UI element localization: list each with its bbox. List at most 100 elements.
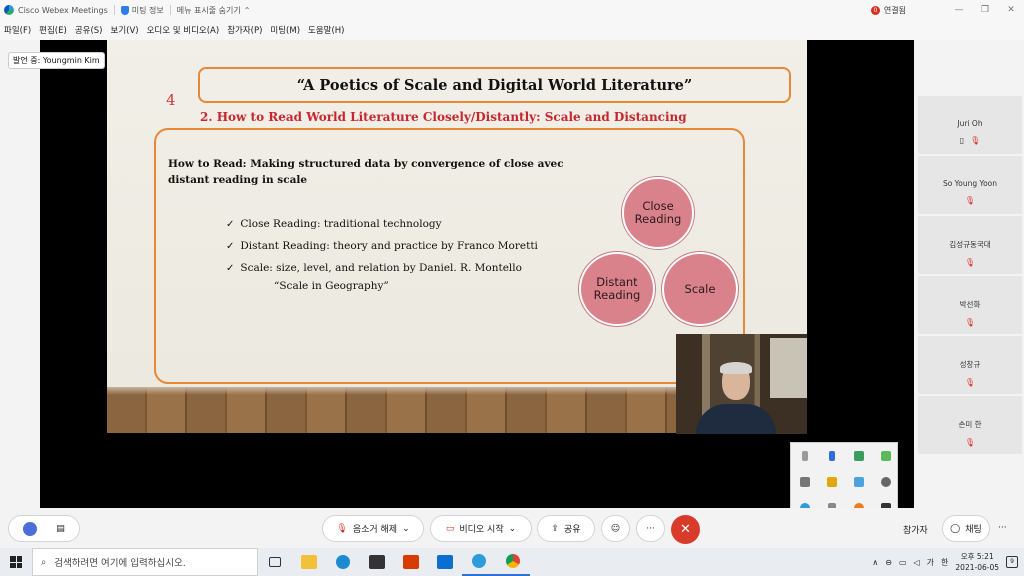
lock-icon[interactable] <box>826 477 837 487</box>
taskbar-search-box[interactable]: ⌕ 검색하려면 여기에 입력하십시오. <box>32 548 258 576</box>
menu-participants[interactable]: 참가자(P) <box>227 24 262 36</box>
share-button[interactable]: ⇪ 공유 <box>537 515 595 542</box>
meeting-info-label: 미팅 정보 <box>131 5 164 15</box>
chrome-button[interactable] <box>496 548 530 576</box>
connection-badge: 0 <box>870 5 880 15</box>
mic-muted-icon: 🎙︎ <box>964 196 976 205</box>
taskbar-clock[interactable]: 오후 5:21 2021-06-05 <box>955 551 999 573</box>
app-title: Cisco Webex Meetings <box>18 5 108 15</box>
circle-scale-label: Scale <box>684 281 716 296</box>
vpn-shield-icon[interactable] <box>853 477 864 487</box>
video-window-light <box>770 338 807 398</box>
participants-label: 참가자 <box>903 526 928 536</box>
chrome-icon <box>506 554 520 568</box>
assistant-button-group: ▤ <box>8 515 80 542</box>
webex-assistant-icon[interactable] <box>23 521 38 536</box>
participant-card[interactable]: 손미 한 🎙︎ <box>918 396 1022 454</box>
bullet-item: ✓ Scale: size, level, and relation by Dan… <box>226 257 538 279</box>
file-explorer-button[interactable] <box>292 548 326 576</box>
menu-edit[interactable]: 편집(E) <box>39 24 67 36</box>
smiley-icon: ☺ <box>610 523 621 534</box>
menu-audio-video[interactable]: 오디오 및 비디오(A) <box>147 24 220 36</box>
more-options-button[interactable]: ··· <box>636 515 665 542</box>
participant-name: 박선화 <box>959 300 981 309</box>
edge-icon <box>336 555 350 569</box>
restore-icon[interactable]: ❐ <box>972 5 998 15</box>
cloud-icon[interactable] <box>880 477 891 487</box>
meeting-control-bar: ▤ 🎙︎ 음소거 해제 ⌄ ▭ 비디오 시작 ⌄ ⇪ 공유 ☺ ··· ✕ 참가… <box>0 508 1024 548</box>
chevron-down-icon[interactable]: ⌄ <box>509 524 517 534</box>
slide-subtitle: 2. How to Read World Literature Closely/… <box>200 110 687 124</box>
bullet-text: Distant Reading: theory and practice by … <box>240 240 538 252</box>
mail-button[interactable] <box>428 548 462 576</box>
check-icon: ✓ <box>226 262 235 274</box>
chat-label: 채팅 <box>965 525 982 535</box>
chat-icon: ◯ <box>950 523 961 534</box>
edge-button[interactable] <box>326 548 360 576</box>
menu-help[interactable]: 도움말(H) <box>308 24 344 36</box>
phone-icon: ▯ <box>959 136 965 145</box>
mic-muted-icon: 🎙︎ <box>964 438 976 447</box>
usb-icon[interactable] <box>801 451 808 461</box>
mail-icon <box>437 555 453 569</box>
notification-center-icon[interactable]: 9 <box>1006 556 1018 568</box>
webex-icon <box>472 554 486 568</box>
network-drive-icon[interactable] <box>799 477 810 487</box>
participants-panel-button[interactable]: 참가자 <box>903 523 928 536</box>
close-icon[interactable]: ✕ <box>998 5 1024 15</box>
chevron-down-icon[interactable]: ⌄ <box>402 524 410 534</box>
meeting-info-button[interactable]: 미팅 정보 <box>120 5 164 16</box>
check-icon: ✓ <box>226 240 235 252</box>
office-button[interactable] <box>394 548 428 576</box>
how-to-read-text: How to Read: Making structured data by c… <box>168 158 564 186</box>
participant-card[interactable]: 김성규동국대 🎙︎ <box>918 216 1022 274</box>
title-bar: Cisco Webex Meetings 미팅 정보 메뉴 표시줄 숨기기 ⌃ … <box>0 0 1024 20</box>
connection-status[interactable]: 0 연결됨 <box>870 5 906 16</box>
circle-close-label: Close Reading <box>634 199 682 226</box>
security-shield-icon[interactable] <box>853 451 864 461</box>
webex-tray-icon[interactable]: ⊖ <box>885 558 892 567</box>
circle-distant-label: Distant Reading <box>593 275 641 302</box>
bluetooth-icon[interactable] <box>828 451 835 461</box>
hide-menu-button[interactable]: 메뉴 표시줄 숨기기 ⌃ <box>177 5 251 16</box>
circle-distant-reading: Distant Reading <box>579 252 655 326</box>
start-video-button[interactable]: ▭ 비디오 시작 ⌄ <box>430 515 532 542</box>
language-indicator[interactable]: 한 <box>941 557 948 568</box>
volume-icon[interactable]: ◁ <box>914 558 920 567</box>
chevron-up-icon[interactable]: ∧ <box>872 558 878 567</box>
leave-meeting-button[interactable]: ✕ <box>671 515 700 544</box>
check-icon: ✓ <box>226 218 235 230</box>
sub-bullet: “Scale in Geography” <box>274 280 389 292</box>
participant-name: So Young Yoon <box>942 179 998 188</box>
start-button[interactable] <box>0 548 32 576</box>
ime-indicator[interactable]: 가 <box>927 557 934 568</box>
menu-share[interactable]: 공유(S) <box>75 24 103 36</box>
menu-bar: 파일(F) 편집(E) 공유(S) 보기(V) 오디오 및 비디오(A) 참가자… <box>0 20 1024 40</box>
menu-meeting[interactable]: 미팅(M) <box>270 24 300 36</box>
task-view-button[interactable] <box>258 548 292 576</box>
webex-logo-icon <box>4 5 14 15</box>
mute-label: 음소거 해제 <box>352 525 398 535</box>
leaf-icon[interactable] <box>880 451 891 461</box>
panel-more-button[interactable]: ··· <box>998 523 1007 533</box>
captions-icon[interactable]: ▤ <box>56 524 65 534</box>
self-video-thumbnail[interactable] <box>676 334 807 434</box>
participant-card[interactable]: 박선화 🎙︎ <box>918 276 1022 334</box>
participant-name: Juri Oh <box>957 119 983 128</box>
participant-name: 성창규 <box>959 360 981 369</box>
participant-card[interactable]: 성창규 🎙︎ <box>918 336 1022 394</box>
shield-icon <box>120 5 129 15</box>
system-tray: ∧ ⊖ ▭ ◁ 가 한 오후 5:21 2021-06-05 9 <box>872 548 1024 576</box>
menu-view[interactable]: 보기(V) <box>111 24 139 36</box>
participant-card[interactable]: So Young Yoon 🎙︎ <box>918 156 1022 214</box>
mute-button[interactable]: 🎙︎ 음소거 해제 ⌄ <box>322 515 424 542</box>
slide-bullet-list: ✓ Close Reading: traditional technology ✓… <box>226 213 538 279</box>
minimize-icon[interactable]: — <box>946 5 972 15</box>
network-icon[interactable]: ▭ <box>899 558 907 567</box>
menu-file[interactable]: 파일(F) <box>4 24 31 36</box>
chat-button[interactable]: ◯ 채팅 <box>942 515 990 542</box>
webex-taskbar-button[interactable] <box>462 548 496 576</box>
store-button[interactable] <box>360 548 394 576</box>
participant-card[interactable]: Juri Oh ▯ 🎙︎ <box>918 96 1022 154</box>
reactions-button[interactable]: ☺ <box>601 515 630 542</box>
